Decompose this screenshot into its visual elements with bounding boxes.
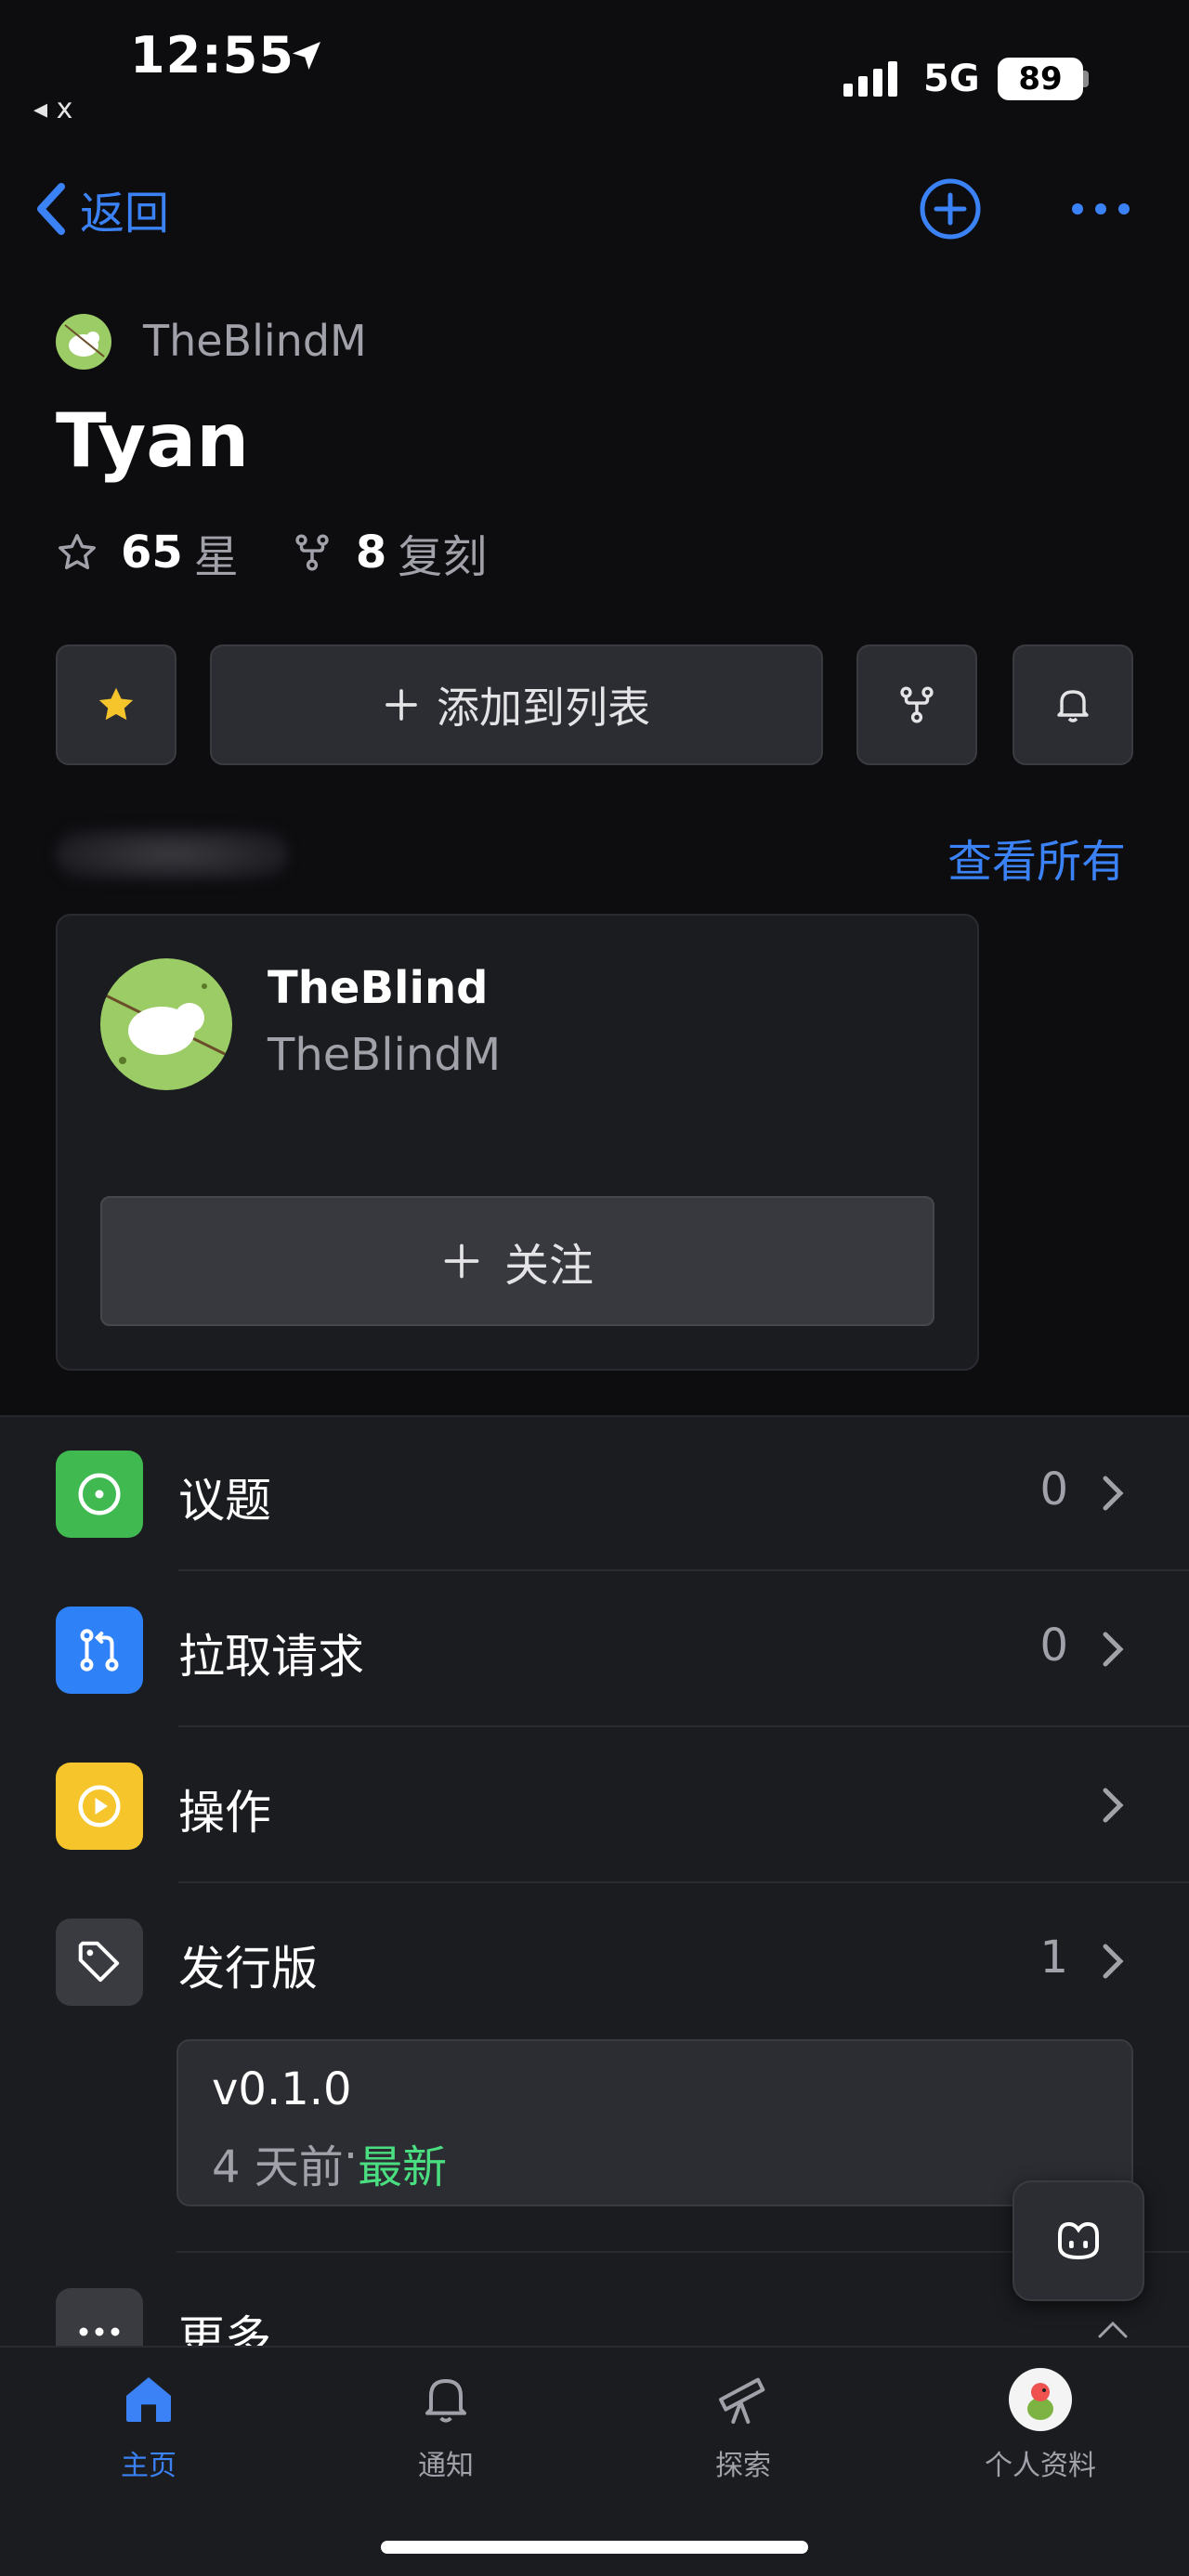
network-type: 5G bbox=[923, 58, 980, 100]
repo-title: Tyan bbox=[56, 397, 250, 484]
pull-requests-label: 拉取请求 bbox=[178, 1630, 364, 1684]
fork-icon bbox=[295, 534, 329, 571]
list-item-releases[interactable]: 发行版 1 bbox=[0, 1883, 1189, 2039]
home-icon bbox=[115, 2366, 182, 2433]
back-to-app[interactable]: ◂ x bbox=[33, 93, 72, 125]
issue-opened-icon bbox=[56, 1451, 143, 1538]
actions-label: 操作 bbox=[178, 1786, 271, 1840]
copilot-button[interactable] bbox=[1013, 2180, 1144, 2301]
release-meta: 4 天前 · 最新 bbox=[212, 2130, 447, 2195]
star-outline-icon bbox=[59, 534, 96, 570]
back-label: 返回 bbox=[80, 188, 170, 240]
contributor-handle: TheBlindM bbox=[268, 1029, 502, 1081]
list-item-issues[interactable]: 议题 0 bbox=[0, 1415, 1189, 1571]
releases-count: 1 bbox=[1039, 1932, 1068, 1984]
contributor-name[interactable]: TheBlind bbox=[268, 962, 489, 1014]
stars-count[interactable]: 65 bbox=[121, 527, 183, 579]
list-item-pull-requests[interactable]: 拉取请求 0 bbox=[0, 1571, 1189, 1727]
play-icon bbox=[56, 1763, 143, 1850]
view-all-link[interactable]: 查看所有 bbox=[947, 825, 1126, 890]
follow-button[interactable]: 关注 bbox=[100, 1196, 934, 1326]
copilot-icon bbox=[1058, 2221, 1099, 2260]
signal-icon bbox=[843, 61, 897, 97]
fork-button[interactable] bbox=[856, 644, 977, 765]
tab-notifications-label: 通知 bbox=[418, 2450, 474, 2482]
release-tag: v0.1.0 bbox=[212, 2063, 352, 2115]
tag-icon bbox=[56, 1919, 143, 2006]
forks-count[interactable]: 8 bbox=[356, 527, 386, 579]
tab-home[interactable]: 主页 bbox=[56, 2366, 242, 2483]
latest-badge: 最新 bbox=[358, 2141, 448, 2193]
bell-icon bbox=[412, 2366, 479, 2433]
owner-avatar[interactable] bbox=[56, 314, 111, 370]
tab-profile-label: 个人资料 bbox=[985, 2450, 1096, 2482]
git-pull-request-icon bbox=[56, 1607, 143, 1694]
chevron-left-icon bbox=[37, 183, 65, 235]
star-button[interactable] bbox=[56, 644, 176, 765]
plus-icon bbox=[385, 689, 417, 721]
battery-level: 89 bbox=[998, 58, 1083, 100]
tab-notifications[interactable]: 通知 bbox=[353, 2366, 539, 2483]
add-to-list-button[interactable]: 添加到列表 bbox=[210, 644, 823, 765]
bell-icon bbox=[1057, 690, 1089, 722]
separator-dot: · bbox=[343, 2130, 359, 2182]
location-arrow-icon bbox=[293, 42, 320, 70]
telescope-icon bbox=[710, 2366, 777, 2433]
chevron-right-icon bbox=[1103, 1944, 1124, 1979]
releases-label: 发行版 bbox=[178, 1942, 318, 1996]
add-to-list-label: 添加到列表 bbox=[437, 683, 650, 733]
watch-button[interactable] bbox=[1013, 644, 1133, 765]
back-button[interactable]: 返回 bbox=[33, 176, 169, 241]
avatar bbox=[1007, 2366, 1074, 2433]
owner-name[interactable]: TheBlindM bbox=[143, 316, 367, 366]
issues-count: 0 bbox=[1039, 1464, 1068, 1516]
chevron-right-icon bbox=[1103, 1632, 1124, 1667]
stars-label[interactable]: 星 bbox=[194, 520, 239, 585]
tab-explore-label: 探索 bbox=[715, 2450, 771, 2482]
list-item-actions[interactable]: 操作 bbox=[0, 1727, 1189, 1883]
repo-stats: 65 星 8 复刻 bbox=[56, 520, 539, 585]
status-time: 12:55 bbox=[130, 26, 294, 85]
issues-label: 议题 bbox=[178, 1474, 271, 1528]
chevron-right-icon bbox=[1103, 1788, 1124, 1823]
follow-label: 关注 bbox=[503, 1240, 594, 1292]
fork-icon bbox=[900, 686, 934, 723]
forks-label[interactable]: 复刻 bbox=[398, 520, 487, 585]
home-indicator bbox=[381, 2541, 808, 2554]
plus-icon bbox=[444, 1243, 479, 1279]
chevron-up-icon[interactable] bbox=[1096, 2318, 1130, 2340]
battery-tip bbox=[1083, 71, 1089, 87]
pull-requests-count: 0 bbox=[1039, 1620, 1068, 1672]
tab-profile[interactable]: 个人资料 bbox=[947, 2366, 1133, 2483]
blurred-section-title bbox=[56, 828, 288, 880]
tab-home-label: 主页 bbox=[121, 2450, 176, 2482]
add-circle-icon[interactable] bbox=[918, 176, 983, 241]
contributor-avatar[interactable] bbox=[100, 958, 232, 1090]
more-horizontal-icon[interactable] bbox=[1068, 186, 1133, 232]
tab-explore[interactable]: 探索 bbox=[650, 2366, 836, 2483]
chevron-right-icon bbox=[1103, 1476, 1124, 1511]
star-filled-icon bbox=[98, 687, 134, 721]
release-age: 4 天前 bbox=[212, 2141, 344, 2193]
